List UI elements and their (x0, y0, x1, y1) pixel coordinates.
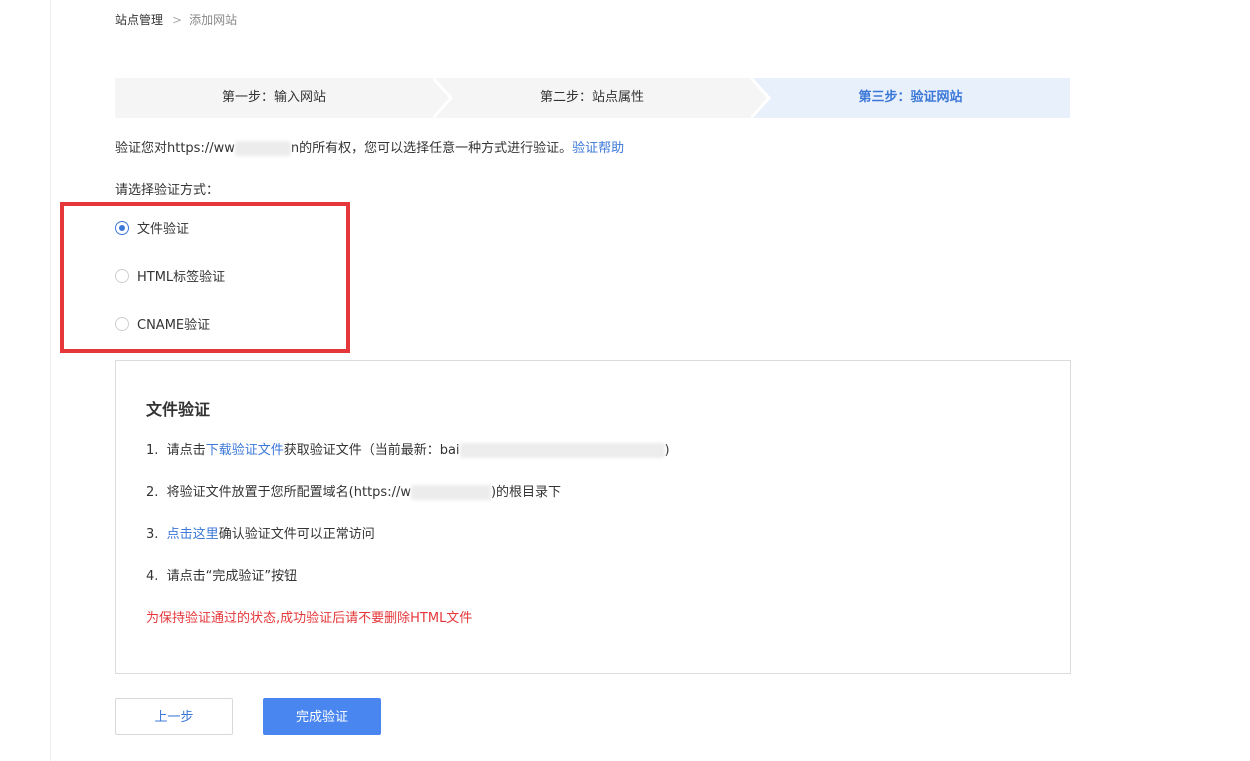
ownership-intro: 验证您对https://ww n的所有权，您可以选择任意一种方式进行验证。验证帮助 (115, 137, 624, 156)
instruction-step-4: 4. 请点击“完成验证”按钮 (146, 565, 297, 584)
download-verify-file-link[interactable]: 下载验证文件 (206, 443, 284, 458)
breadcrumb-add-site: 添加网站 (189, 13, 238, 27)
step-1: 第一步：输入网站 (221, 90, 326, 105)
breadcrumb-chevron-icon: > (172, 12, 183, 27)
complete-verify-button[interactable]: 完成验证 (263, 698, 381, 735)
previous-step-button[interactable]: 上一步 (115, 698, 233, 735)
step-2: 第二步：站点属性 (539, 90, 644, 105)
breadcrumb: 站点管理 > 添加网站 (115, 11, 237, 28)
step-text: ) (664, 443, 670, 458)
red-highlight-annotation (60, 202, 350, 353)
redacted-domain (410, 485, 491, 500)
redacted-domain (234, 141, 291, 156)
instruction-step-1: 1. 请点击下载验证文件获取验证文件（当前最新：bai) (146, 439, 670, 458)
intro-text: 的所有权，您可以选择任意一种方式进行验证。 (299, 141, 573, 156)
choose-method-label: 请选择验证方式： (115, 183, 220, 198)
breadcrumb-site-management[interactable]: 站点管理 (115, 11, 163, 28)
page-left-border (50, 0, 51, 761)
intro-suffix-char: n (290, 141, 300, 156)
redacted-filename (459, 443, 665, 458)
step-3-active: 第三步：验证网站 (858, 90, 963, 105)
instruction-step-2: 2. 将验证文件放置于您所配置域名(https://w )的根目录下 (146, 481, 561, 500)
click-here-link[interactable]: 点击这里 (167, 527, 219, 542)
step-number: 4. (146, 569, 159, 584)
verify-help-link[interactable]: 验证帮助 (572, 141, 624, 156)
instruction-step-3: 3. 点击这里确认验证文件可以正常访问 (146, 523, 375, 542)
step-number: 2. (146, 485, 159, 500)
step-text: 请点击“完成验证”按钮 (166, 569, 298, 584)
step-text: 请点击 (166, 443, 206, 458)
step-number: 1. (146, 443, 159, 458)
step-number: 3. (146, 527, 159, 542)
step-text: 确认验证文件可以正常访问 (218, 527, 375, 542)
step-text: 获取验证文件（当前最新：bai (283, 443, 460, 458)
panel-title: 文件验证 (146, 400, 211, 419)
step-text: 将验证文件放置于您所配置域名(https://w (166, 485, 411, 500)
step-progress-bar: 第一步：输入网站 第二步：站点属性 第三步：验证网站 (115, 78, 1070, 118)
step-text: )的根目录下 (490, 485, 562, 500)
intro-prefix: 验证您对https://ww (115, 141, 235, 156)
keep-file-warning: 为保持验证通过的状态,成功验证后请不要删除HTML文件 (146, 611, 473, 626)
file-verify-panel: 文件验证 1. 请点击下载验证文件获取验证文件（当前最新：bai) 2. 将验证… (115, 360, 1071, 674)
